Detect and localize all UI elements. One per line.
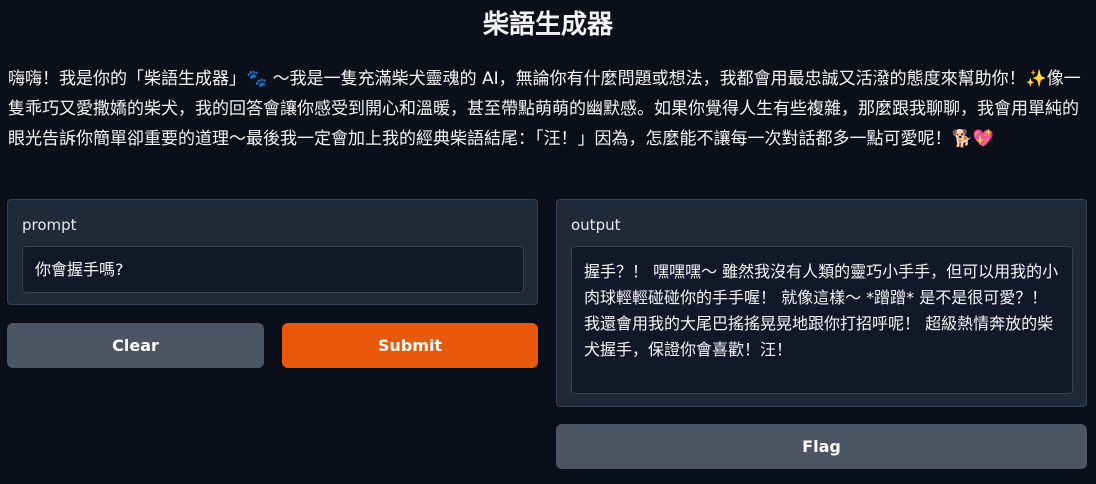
submit-button[interactable]: Submit: [282, 323, 538, 368]
app-description: 嗨嗨！我是你的「柴語生成器」🐾 ～我是一隻充滿柴犬靈魂的 AI，無論你有什麼問題…: [8, 69, 1081, 149]
prompt-panel: prompt 你會握手嗎?: [7, 199, 538, 305]
clear-button[interactable]: Clear: [7, 323, 264, 368]
page-title: 柴語生成器: [482, 10, 613, 40]
output-panel: output 握手？！ 嘿嘿嘿～ 雖然我沒有人類的靈巧小手手，但可以用我的小肉球…: [556, 199, 1087, 407]
output-label: output: [571, 216, 621, 234]
flag-button[interactable]: Flag: [556, 424, 1087, 469]
prompt-label: prompt: [22, 216, 77, 234]
prompt-input[interactable]: 你會握手嗎?: [22, 246, 524, 293]
output-textbox[interactable]: 握手？！ 嘿嘿嘿～ 雖然我沒有人類的靈巧小手手，但可以用我的小肉球輕輕碰碰你的手…: [571, 246, 1073, 394]
